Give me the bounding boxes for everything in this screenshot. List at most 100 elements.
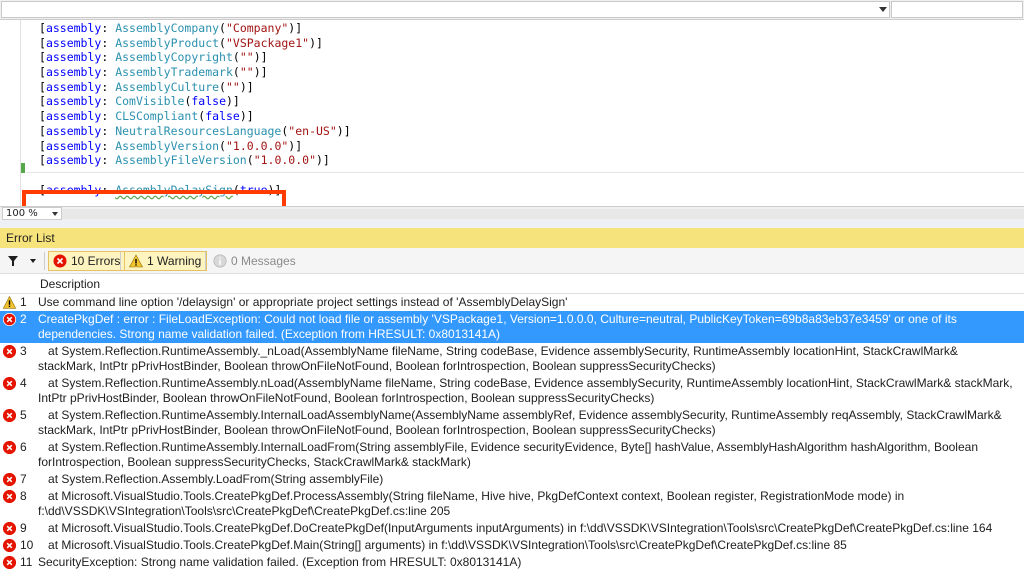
error-icon bbox=[2, 312, 17, 327]
error-list-row[interactable]: 6 at System.Reflection.RuntimeAssembly.I… bbox=[0, 439, 1024, 471]
description-column-header[interactable]: Description bbox=[40, 274, 100, 294]
code-token: assembly bbox=[45, 94, 102, 109]
code-token: "VSPackage1" bbox=[225, 35, 310, 50]
code-token: assembly bbox=[45, 35, 102, 50]
error-list-row[interactable]: 3 at System.Reflection.RuntimeAssembly._… bbox=[0, 343, 1024, 375]
code-line[interactable]: [assembly: AssemblyProduct("VSPackage1")… bbox=[39, 36, 351, 51]
code-editor[interactable]: [assembly: AssemblyCompany("Company")] [a… bbox=[0, 20, 1024, 228]
row-number: 9 bbox=[20, 521, 27, 535]
navigation-bar bbox=[0, 0, 1024, 20]
code-token: assembly bbox=[45, 109, 102, 124]
error-list-row[interactable]: 10 at Microsoft.VisualStudio.Tools.Creat… bbox=[0, 537, 1024, 554]
code-token: "1.0.0.0" bbox=[225, 138, 289, 153]
code-line[interactable]: [assembly: AssemblyVersion("1.0.0.0")] bbox=[39, 139, 351, 154]
error-list-row[interactable]: 1 Use command line option '/delaysign' or… bbox=[0, 294, 1024, 311]
row-number: 7 bbox=[20, 472, 27, 486]
code-token: : bbox=[101, 79, 116, 94]
row-number: 4 bbox=[20, 376, 27, 390]
code-token: ( bbox=[219, 138, 226, 153]
code-line[interactable]: [assembly: AssemblyCompany("Company")] bbox=[39, 21, 351, 36]
code-token: [ bbox=[39, 21, 46, 35]
toolbar-separator bbox=[44, 252, 45, 270]
code-token: : bbox=[101, 109, 116, 124]
code-token: AssemblyCopyright bbox=[115, 50, 233, 65]
row-number: 1 bbox=[20, 295, 27, 309]
error-icon bbox=[2, 440, 17, 455]
info-icon bbox=[213, 254, 227, 268]
code-token: false bbox=[191, 94, 226, 109]
toolbar-separator bbox=[205, 252, 206, 270]
error-list-row[interactable]: 5 at System.Reflection.RuntimeAssembly.I… bbox=[0, 407, 1024, 439]
code-token: ( bbox=[219, 79, 226, 94]
code-token: "1.0.0.0" bbox=[253, 153, 316, 168]
code-token: ( bbox=[246, 153, 254, 168]
error-list-row[interactable]: 4 at System.Reflection.RuntimeAssembly.n… bbox=[0, 375, 1024, 407]
row-number: 2 bbox=[20, 312, 27, 326]
code-line[interactable]: [assembly: AssemblyCulture("")] bbox=[39, 80, 351, 95]
panel-title[interactable]: Error List bbox=[0, 228, 1024, 248]
row-description: at System.Reflection.RuntimeAssembly.Int… bbox=[38, 408, 1006, 437]
code-token: )] bbox=[239, 109, 254, 124]
row-description: SecurityException: Strong name validatio… bbox=[38, 555, 522, 569]
code-token: : bbox=[101, 65, 116, 80]
row-number: 3 bbox=[20, 344, 27, 358]
errors-toggle-button[interactable]: 10 Errors bbox=[48, 251, 127, 271]
horizontal-scrollbar[interactable] bbox=[62, 209, 1024, 219]
code-token: : bbox=[101, 94, 116, 109]
code-token: AssemblyVersion bbox=[115, 138, 220, 153]
error-list-row[interactable]: 7 at System.Reflection.Assembly.LoadFrom… bbox=[0, 471, 1024, 488]
code-token: assembly bbox=[45, 138, 102, 153]
code-token: [ bbox=[39, 65, 46, 80]
code-token: [ bbox=[39, 153, 46, 168]
code-token: [ bbox=[39, 123, 46, 138]
row-number: 10 bbox=[20, 538, 34, 552]
row-number: 5 bbox=[20, 408, 27, 422]
zoom-dropdown[interactable]: 100 % bbox=[2, 207, 62, 220]
code-token: [ bbox=[39, 94, 46, 109]
error-list-row[interactable]: 8 at Microsoft.VisualStudio.Tools.Create… bbox=[0, 488, 1024, 520]
error-icon bbox=[53, 254, 67, 268]
row-description: at Microsoft.VisualStudio.Tools.CreatePk… bbox=[38, 521, 993, 535]
code-token: assembly bbox=[45, 153, 102, 168]
warnings-toggle-button[interactable]: 1 Warning bbox=[124, 251, 208, 271]
error-list-toolbar: 10 Errors 1 Warning 0 Messages bbox=[0, 248, 1024, 274]
code-token: "" bbox=[225, 79, 240, 94]
code-line[interactable]: [assembly: AssemblyCopyright("")] bbox=[39, 50, 351, 65]
messages-toggle-button[interactable]: 0 Messages bbox=[208, 251, 302, 271]
code-line[interactable]: [assembly: AssemblyTrademark("")] bbox=[39, 65, 351, 80]
code-lines[interactable]: [assembly: AssemblyCompany("Company")] [a… bbox=[39, 21, 351, 168]
code-token: CLSCompliant bbox=[115, 109, 199, 124]
code-token: "" bbox=[239, 65, 254, 80]
error-list-row[interactable]: 11 SecurityException: Strong name validat… bbox=[0, 554, 1024, 571]
code-token: )] bbox=[253, 50, 268, 65]
row-description: at Microsoft.VisualStudio.Tools.CreatePk… bbox=[38, 489, 908, 518]
error-icon bbox=[2, 472, 17, 487]
row-number: 6 bbox=[20, 440, 27, 454]
code-token: ( bbox=[219, 35, 226, 50]
row-number: 8 bbox=[20, 489, 27, 503]
code-token: [ bbox=[39, 35, 46, 50]
code-line[interactable]: [assembly: NeutralResourcesLanguage("en-… bbox=[39, 124, 351, 139]
code-token: AssemblyProduct bbox=[115, 35, 220, 50]
error-icon bbox=[2, 376, 17, 391]
error-list-row[interactable]: 9 at Microsoft.VisualStudio.Tools.Create… bbox=[0, 520, 1024, 537]
code-token: AssemblyFileVersion bbox=[115, 153, 247, 168]
error-icon bbox=[2, 538, 17, 553]
warnings-count-label: 1 Warning bbox=[147, 254, 202, 268]
filter-icon bbox=[8, 256, 36, 266]
code-line[interactable]: [assembly: ComVisible(false)] bbox=[39, 94, 351, 109]
error-icon bbox=[2, 555, 17, 570]
secondary-dropdown[interactable] bbox=[891, 1, 1023, 18]
error-list-row[interactable]: 2 CreatePkgDef : error : FileLoadExceptio… bbox=[0, 311, 1024, 343]
chevron-down-icon[interactable] bbox=[879, 7, 887, 12]
error-icon bbox=[2, 344, 17, 359]
code-line[interactable]: [assembly: CLSCompliant(false)] bbox=[39, 109, 351, 124]
filter-button[interactable] bbox=[6, 253, 42, 269]
column-header-row: Description bbox=[0, 274, 1024, 294]
member-dropdown[interactable] bbox=[1, 1, 890, 18]
code-token: assembly bbox=[45, 50, 102, 65]
code-line[interactable]: [assembly: AssemblyFileVersion("1.0.0.0"… bbox=[39, 153, 351, 168]
row-description: at System.Reflection.RuntimeAssembly.nLo… bbox=[38, 376, 1016, 405]
row-description: at System.Reflection.RuntimeAssembly._nL… bbox=[38, 344, 962, 373]
panel-splitter[interactable] bbox=[0, 220, 1024, 228]
